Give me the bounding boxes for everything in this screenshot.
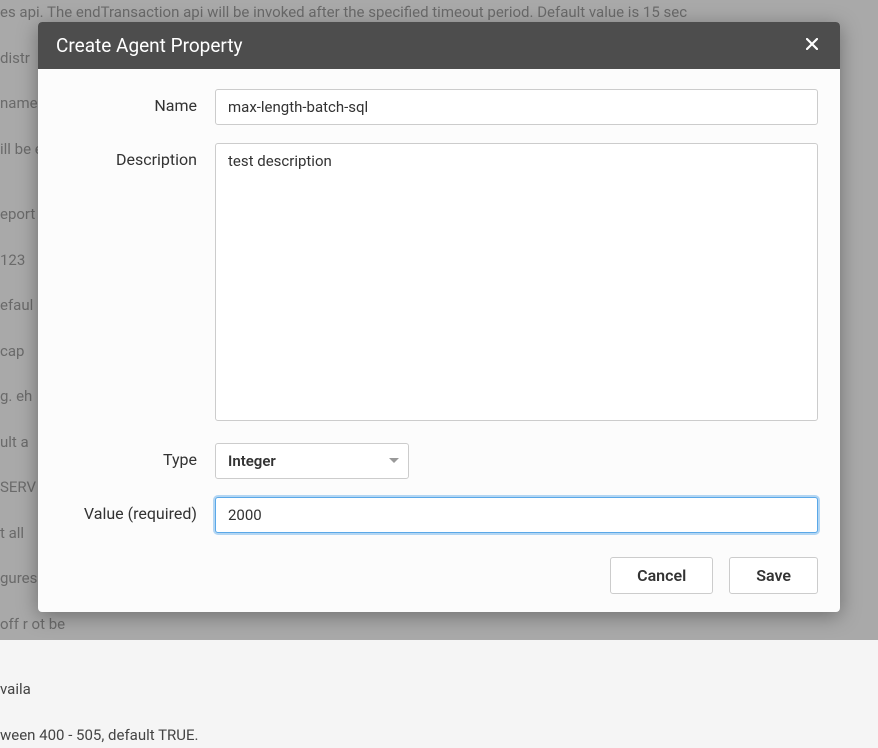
type-label: Type [60, 443, 215, 469]
close-button[interactable] [802, 35, 822, 57]
type-select[interactable]: Integer [215, 443, 409, 479]
value-label: Value (required) [60, 497, 215, 523]
close-icon [806, 37, 818, 54]
name-label: Name [60, 89, 215, 115]
name-input[interactable] [215, 89, 818, 125]
value-input[interactable] [215, 497, 818, 533]
description-row: Description [60, 143, 818, 425]
create-agent-property-modal: Create Agent Property Name Description T… [38, 22, 840, 612]
modal-header: Create Agent Property [38, 22, 840, 69]
type-row: Type Integer [60, 443, 818, 479]
name-row: Name [60, 89, 818, 125]
value-row: Value (required) [60, 497, 818, 533]
modal-footer: Cancel Save [60, 551, 818, 594]
modal-body: Name Description Type Integer [38, 69, 840, 612]
description-label: Description [60, 143, 215, 169]
modal-title: Create Agent Property [56, 34, 243, 57]
cancel-button[interactable]: Cancel [610, 557, 713, 594]
description-textarea[interactable] [215, 143, 818, 421]
save-button[interactable]: Save [729, 557, 818, 594]
